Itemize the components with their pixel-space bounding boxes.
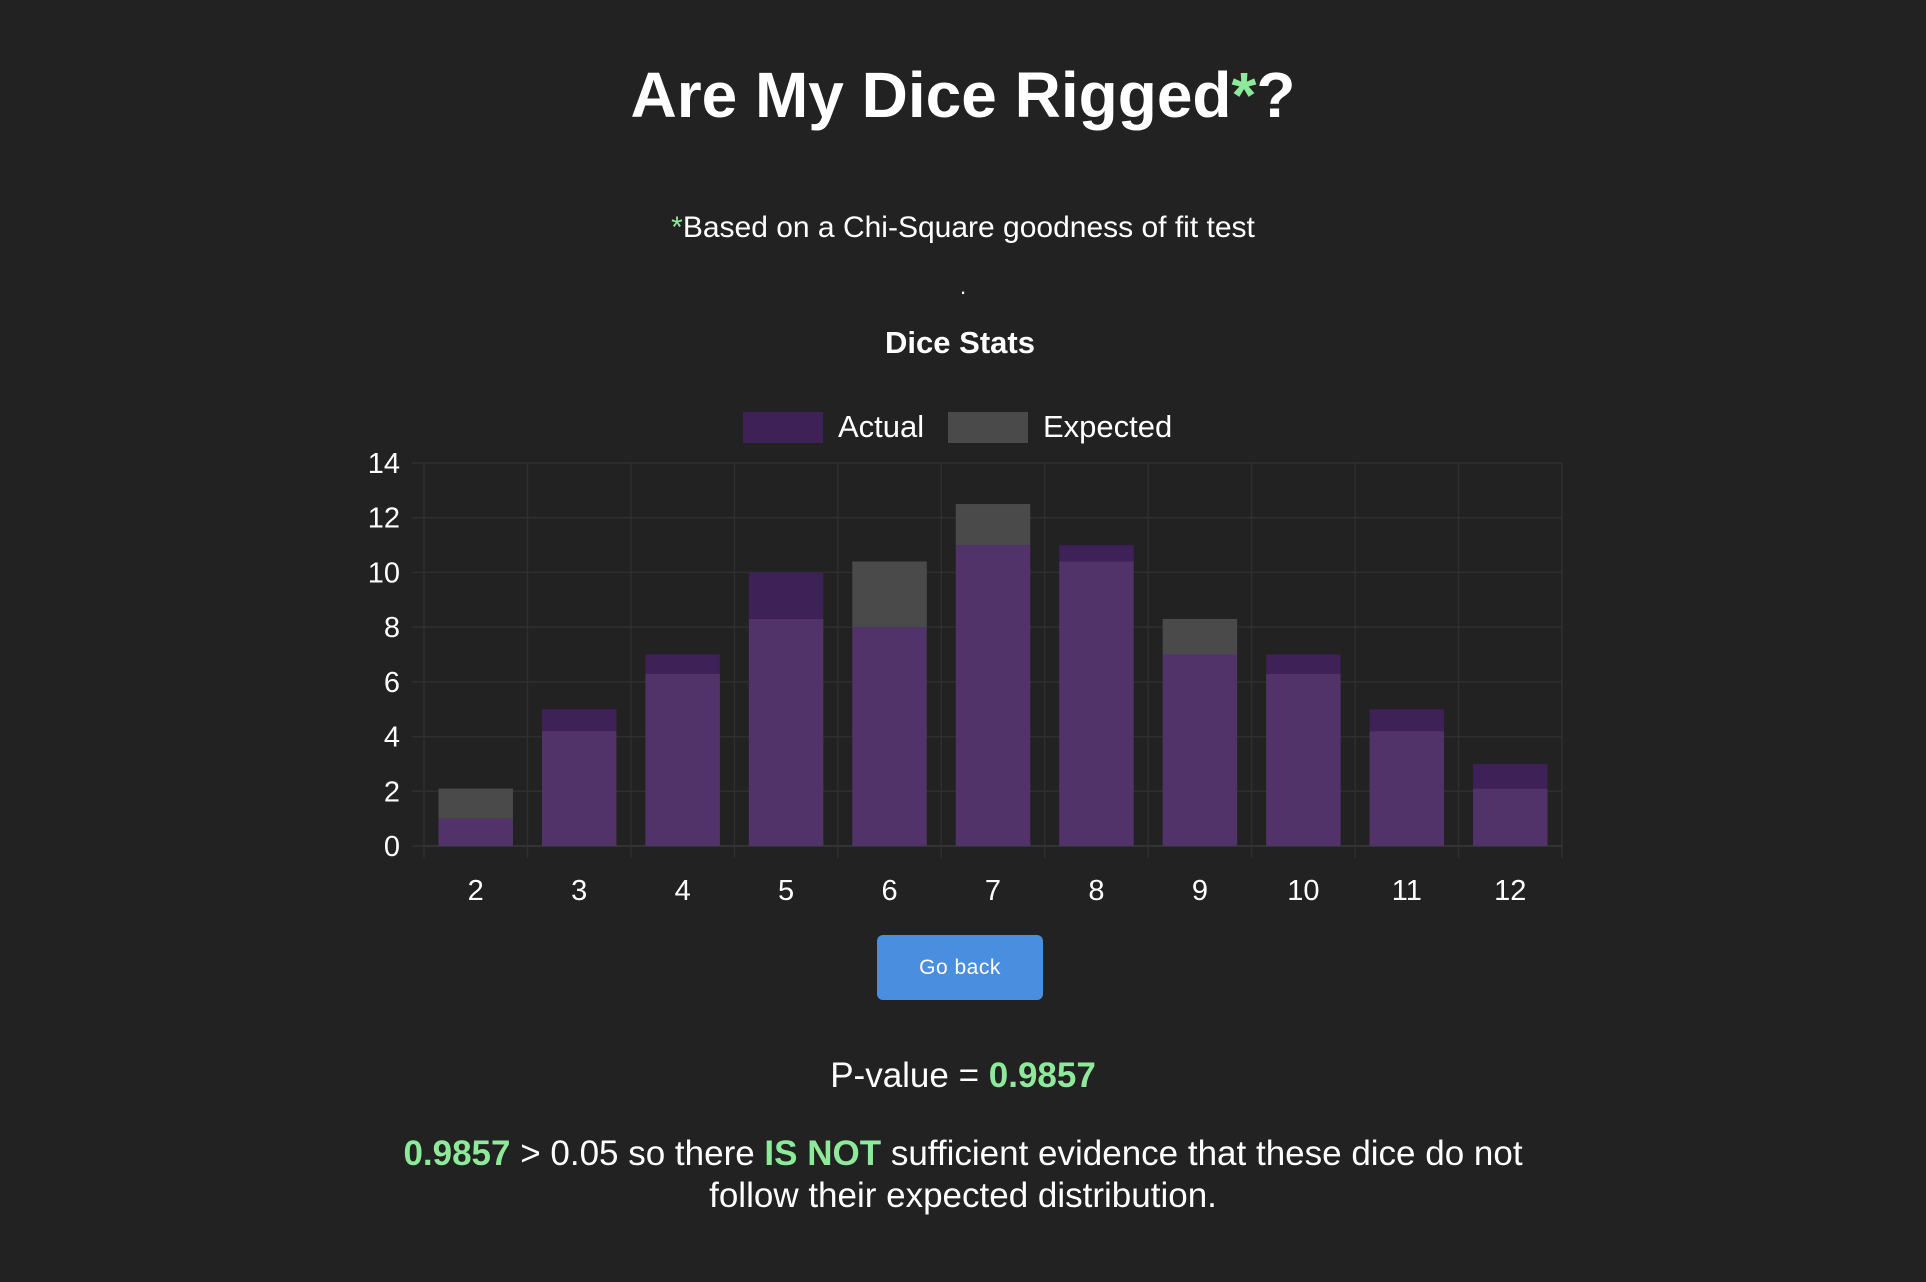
- x-tick-label: 5: [778, 875, 794, 907]
- bar-overlap-3: [541, 731, 617, 846]
- bar-overlap-10: [1266, 673, 1341, 846]
- bar-overlap-8: [1059, 561, 1134, 846]
- legend-label-expected: Expected: [1043, 409, 1172, 444]
- p-value-label: P-value =: [830, 1056, 989, 1095]
- bar-actual-12: [1473, 763, 1548, 789]
- x-tick-label: 6: [881, 875, 897, 907]
- bar-expected-6: [852, 561, 927, 628]
- y-tick-label: 6: [384, 667, 400, 699]
- p-value-line: P-value = 0.9857: [0, 1054, 1926, 1098]
- x-axis-ticks: 2 3 4 5 6 7 8 9 10 11 12: [468, 875, 1527, 907]
- conclusion-part1: > 0.05 so there: [510, 1134, 765, 1173]
- x-tick-label: 9: [1192, 875, 1208, 907]
- bar-actual-8: [1059, 545, 1134, 562]
- separator-dot: .: [959, 274, 967, 299]
- title-main: Are My Dice Rigged: [630, 59, 1232, 131]
- bar-overlap-2: [438, 818, 513, 846]
- bar-overlap-11: [1369, 731, 1445, 846]
- conclusion-emphasis: IS NOT: [764, 1134, 882, 1173]
- go-back-button[interactable]: Go back: [877, 935, 1043, 1000]
- legend-swatch-actual: [743, 412, 823, 443]
- conclusion-text: 0.9857 > 0.05 so there IS NOT sufficient…: [363, 1133, 1563, 1217]
- subtitle-text: Based on a Chi-Square goodness of fit te…: [682, 211, 1255, 244]
- subtitle: *Based on a Chi-Square goodness of fit t…: [0, 208, 1926, 248]
- page-title: Are My Dice Rigged*?: [0, 55, 1926, 135]
- x-tick-label: 10: [1287, 875, 1319, 907]
- bar-expected-2: [438, 788, 513, 819]
- title-end: ?: [1256, 59, 1296, 131]
- bar-overlap-12: [1473, 788, 1548, 846]
- bar-overlap-6: [852, 627, 927, 846]
- bar-actual-10: [1266, 654, 1341, 674]
- chart-bars: [438, 504, 1548, 846]
- x-tick-label: 3: [571, 875, 587, 907]
- bar-overlap-4: [645, 673, 720, 846]
- bar-actual-4: [645, 654, 720, 674]
- y-tick-label: 10: [368, 557, 400, 589]
- bar-actual-3: [541, 709, 617, 732]
- y-tick-label: 2: [384, 776, 400, 808]
- y-axis-ticks: 0 2 4 6 8 10 12 14: [368, 448, 400, 863]
- bar-expected-7: [955, 504, 1031, 546]
- bar-overlap-7: [955, 545, 1031, 846]
- conclusion-value: 0.9857: [403, 1134, 511, 1173]
- x-tick-label: 4: [675, 875, 691, 907]
- x-tick-label: 7: [985, 875, 1001, 907]
- bar-overlap-9: [1162, 654, 1238, 846]
- dice-stats-chart: Dice Stats Actual Expected 0 2 4 6 8 10 12 14 2…: [368, 325, 1563, 907]
- x-tick-label: 2: [468, 875, 484, 907]
- p-value-number: 0.9857: [988, 1056, 1096, 1095]
- bar-actual-5: [748, 572, 824, 619]
- x-tick-label: 12: [1494, 875, 1526, 907]
- x-tick-label: 11: [1392, 875, 1422, 907]
- bar-overlap-5: [748, 618, 824, 846]
- y-tick-label: 8: [384, 612, 400, 644]
- title-asterisk: *: [1231, 59, 1257, 131]
- y-tick-label: 0: [384, 831, 400, 863]
- y-tick-label: 12: [368, 503, 400, 535]
- subtitle-asterisk: *: [671, 211, 683, 244]
- y-tick-label: 4: [384, 722, 400, 754]
- legend-swatch-expected: [948, 412, 1028, 443]
- y-tick-label: 14: [368, 448, 400, 480]
- legend-label-actual: Actual: [838, 409, 924, 444]
- chart-title: Dice Stats: [885, 325, 1035, 360]
- bar-expected-9: [1162, 618, 1238, 655]
- x-tick-label: 8: [1088, 875, 1104, 907]
- bar-actual-11: [1369, 709, 1445, 732]
